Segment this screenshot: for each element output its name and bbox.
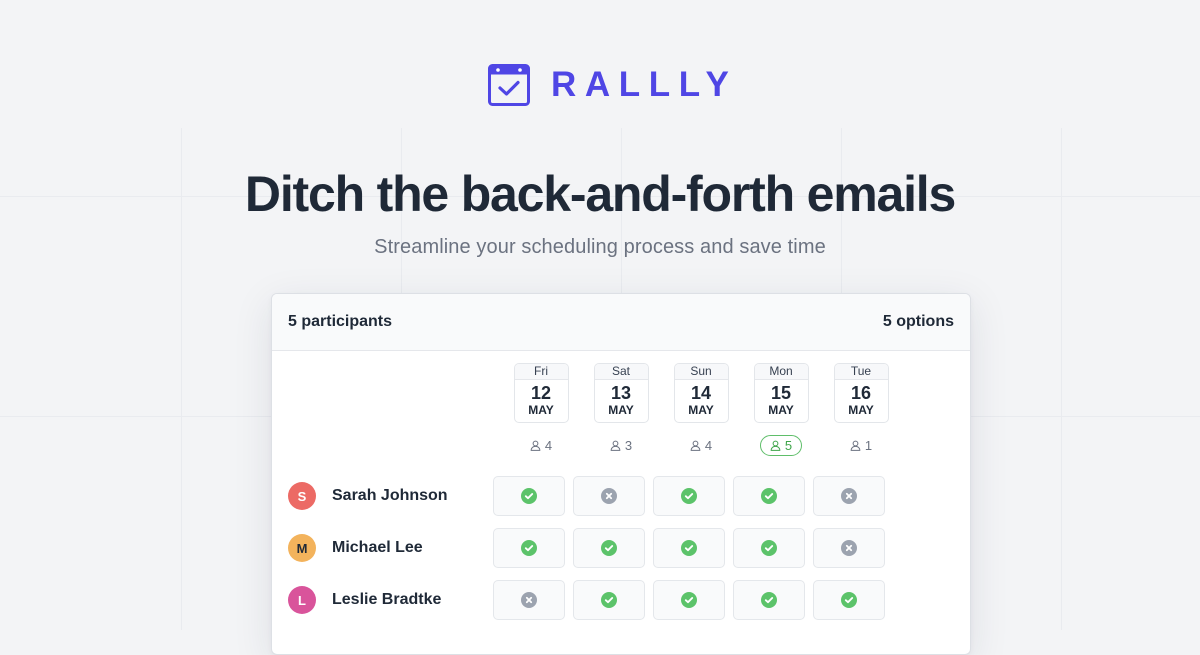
user-icon — [610, 440, 621, 451]
vote-count-value: 4 — [544, 438, 553, 453]
vote-cell-yes[interactable] — [493, 528, 565, 568]
vote-count: 1 — [840, 435, 882, 456]
participant-name: Sarah Johnson — [332, 487, 448, 504]
rallly-logo: RALLLY — [488, 64, 737, 106]
date-option: Sun 14 MAY 4 — [661, 363, 741, 456]
vote-cell-yes[interactable] — [573, 528, 645, 568]
poll-header: 5 participants 5 options — [272, 294, 970, 351]
month: MAY — [768, 403, 794, 417]
day-number: 14 — [690, 383, 712, 403]
date-option: Sat 13 MAY 3 — [581, 363, 661, 456]
vote-cell-yes[interactable] — [653, 476, 725, 516]
check-circle-icon — [681, 488, 697, 504]
date-card: Sat 13 MAY — [593, 363, 649, 423]
day-number: 13 — [610, 383, 632, 403]
day-number: 16 — [850, 383, 872, 403]
x-circle-icon — [521, 592, 537, 608]
check-circle-icon — [601, 540, 617, 556]
vote-cell-yes[interactable] — [653, 528, 725, 568]
check-circle-icon — [761, 488, 777, 504]
day-number: 15 — [770, 383, 792, 403]
vote-cells — [493, 476, 885, 516]
check-circle-icon — [601, 592, 617, 608]
vote-cell-yes[interactable] — [733, 476, 805, 516]
vote-cell-no[interactable] — [813, 528, 885, 568]
avatar: L — [288, 586, 316, 614]
vote-cell-yes[interactable] — [573, 580, 645, 620]
vote-cell-yes[interactable] — [733, 528, 805, 568]
vote-count: 4 — [520, 435, 562, 456]
vote-count-value: 4 — [704, 438, 713, 453]
user-icon — [770, 440, 781, 451]
user-icon — [690, 440, 701, 451]
vote-cells — [493, 528, 885, 568]
date-card: Tue 16 MAY — [833, 363, 889, 423]
date-option: Fri 12 MAY 4 — [501, 363, 581, 456]
date-card: Sun 14 MAY — [673, 363, 729, 423]
subheadline: Streamline your scheduling process and s… — [374, 236, 826, 258]
check-circle-icon — [681, 592, 697, 608]
participant-name: Michael Lee — [332, 539, 423, 556]
vote-count-best: 5 — [759, 435, 803, 456]
date-card: Fri 12 MAY — [513, 363, 569, 423]
calendar-check-icon — [488, 64, 530, 106]
date-card: Mon 15 MAY — [753, 363, 809, 423]
user-icon — [850, 440, 861, 451]
vote-cell-yes[interactable] — [733, 580, 805, 620]
day-number: 12 — [530, 383, 552, 403]
avatar: M — [288, 534, 316, 562]
poll-card: 5 participants 5 options Fri 12 MAY 4 Sa… — [271, 293, 971, 655]
brand-name: RALLLY — [551, 65, 738, 104]
date-option: Mon 15 MAY 5 — [741, 363, 821, 456]
vote-cell-no[interactable] — [493, 580, 565, 620]
participant-row: S Sarah Johnson — [272, 476, 970, 516]
participant-name: Leslie Bradtke — [332, 591, 442, 608]
headline: Ditch the back-and-forth emails — [244, 166, 956, 222]
date-option: Tue 16 MAY 1 — [821, 363, 901, 456]
check-circle-icon — [521, 488, 537, 504]
month: MAY — [688, 403, 714, 417]
vote-count-value: 3 — [624, 438, 633, 453]
check-circle-icon — [521, 540, 537, 556]
month: MAY — [848, 403, 874, 417]
day-of-week: Tue — [834, 364, 888, 380]
check-circle-icon — [761, 540, 777, 556]
vote-cell-no[interactable] — [813, 476, 885, 516]
check-circle-icon — [761, 592, 777, 608]
x-circle-icon — [601, 488, 617, 504]
day-of-week: Fri — [514, 364, 568, 380]
vote-count: 4 — [680, 435, 722, 456]
participant-rows: S Sarah Johnson M Michael Lee L Leslie Bradtk… — [272, 476, 970, 632]
vote-cells — [493, 580, 885, 620]
user-icon — [530, 440, 541, 451]
check-circle-icon — [841, 592, 857, 608]
day-of-week: Sun — [674, 364, 728, 380]
vote-count-value: 5 — [784, 438, 793, 453]
vote-count: 3 — [600, 435, 642, 456]
month: MAY — [608, 403, 634, 417]
participant-row: M Michael Lee — [272, 528, 970, 568]
vote-cell-yes[interactable] — [493, 476, 565, 516]
date-options: Fri 12 MAY 4 Sat 13 MAY 3 Sun 14 MAY 4 M… — [501, 363, 901, 456]
day-of-week: Mon — [754, 364, 808, 380]
x-circle-icon — [841, 488, 857, 504]
day-of-week: Sat — [594, 364, 648, 380]
month: MAY — [528, 403, 554, 417]
vote-cell-yes[interactable] — [813, 580, 885, 620]
check-circle-icon — [681, 540, 697, 556]
x-circle-icon — [841, 540, 857, 556]
participants-count: 5 participants — [288, 313, 393, 330]
vote-cell-no[interactable] — [573, 476, 645, 516]
participant-row: L Leslie Bradtke — [272, 580, 970, 620]
vote-cell-yes[interactable] — [653, 580, 725, 620]
avatar: S — [288, 482, 316, 510]
vote-count-value: 1 — [864, 438, 873, 453]
options-count: 5 options — [882, 313, 954, 330]
